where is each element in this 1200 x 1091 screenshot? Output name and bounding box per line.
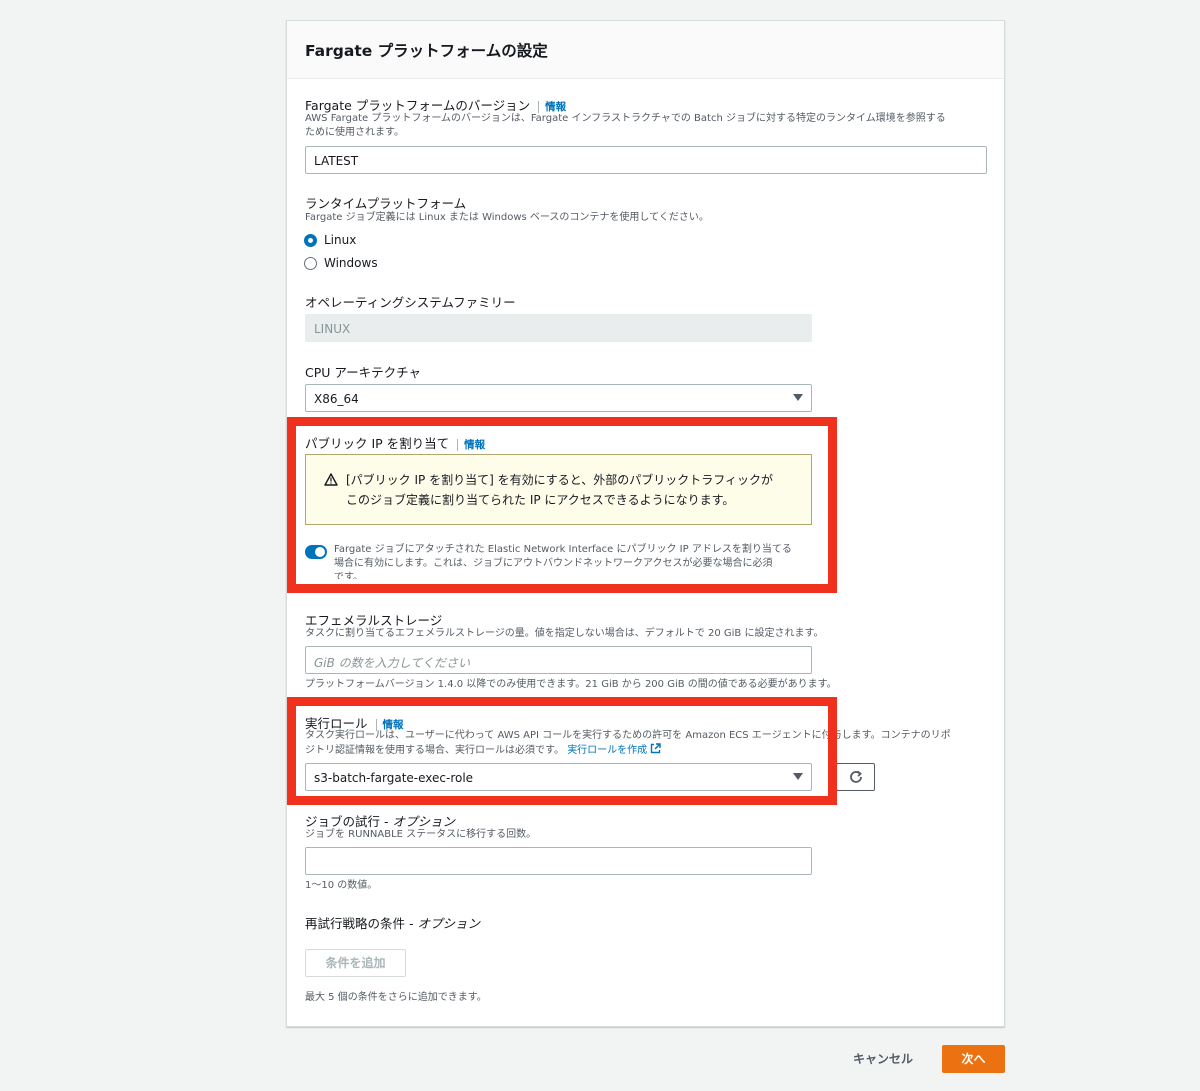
highlight-box-execution-role <box>287 697 837 805</box>
job-attempts-input[interactable] <box>305 847 812 875</box>
next-button[interactable]: 次へ <box>942 1045 1005 1073</box>
ephemeral-storage-constraint: プラットフォームバージョン 1.4.0 以降でのみ使用できます。21 GiB か… <box>305 679 837 690</box>
platform-version-input[interactable]: LATEST <box>305 146 987 174</box>
ephemeral-storage-input[interactable]: GiB の数を入力してください <box>305 646 812 674</box>
ephemeral-storage-description: タスクに割り当てるエフェメラルストレージの量。値を指定しない場合は、デフォルトで… <box>305 628 824 639</box>
platform-version-desc-line1: AWS Fargate プラットフォームのバージョンは、Fargate インフラ… <box>305 113 946 124</box>
platform-version-label: Fargate プラットフォームのバージョン <box>305 98 531 113</box>
job-attempts-constraint: 1〜10 の数値。 <box>305 880 378 891</box>
platform-version-description: AWS Fargate プラットフォームのバージョンは、Fargate インフラ… <box>305 112 995 140</box>
cancel-button[interactable]: キャンセル <box>840 1045 926 1073</box>
highlight-box-public-ip <box>287 417 837 593</box>
radio-windows-indicator[interactable] <box>304 256 317 270</box>
os-family-label: オペレーティングシステムファミリー <box>305 295 516 310</box>
runtime-platform-description: Fargate ジョブ定義には Linux または Windows ベースのコン… <box>305 212 709 223</box>
cpu-arch-select[interactable]: X86_64 <box>305 384 812 412</box>
platform-version-desc-line2: ために使用されます。 <box>305 127 404 138</box>
radio-linux-indicator[interactable] <box>304 233 317 247</box>
os-family-input: LINUX <box>305 314 812 342</box>
radio-linux-label: Linux <box>324 233 357 247</box>
job-attempts-optional: - オプション <box>380 814 455 829</box>
refresh-icon <box>850 770 862 783</box>
job-attempts-label: ジョブの試行 <box>305 814 381 829</box>
chevron-down-icon <box>793 394 803 401</box>
runtime-platform-label: ランタイムプラットフォーム <box>305 196 467 211</box>
radio-linux[interactable]: Linux <box>304 233 356 247</box>
job-attempts-description: ジョブを RUNNABLE ステータスに移行する回数。 <box>305 829 537 840</box>
add-condition-button[interactable]: 条件を追加 <box>305 949 406 977</box>
panel-title: Fargate プラットフォームの設定 <box>305 42 548 60</box>
radio-windows-label: Windows <box>324 256 378 270</box>
cpu-arch-label: CPU アーキテクチャ <box>305 365 422 380</box>
panel-header: Fargate プラットフォームの設定 <box>287 21 1004 79</box>
retry-strategy-optional: - オプション <box>405 916 480 931</box>
retry-strategy-note: 最大 5 個の条件をさらに追加できます。 <box>305 992 487 1003</box>
cpu-arch-value: X86_64 <box>314 392 359 406</box>
retry-strategy-label: 再試行戦略の条件 <box>305 916 406 931</box>
retry-strategy-label-row: 再試行戦略の条件 - オプション <box>305 913 480 932</box>
radio-windows[interactable]: Windows <box>304 256 378 270</box>
refresh-roles-button[interactable] <box>836 763 875 791</box>
